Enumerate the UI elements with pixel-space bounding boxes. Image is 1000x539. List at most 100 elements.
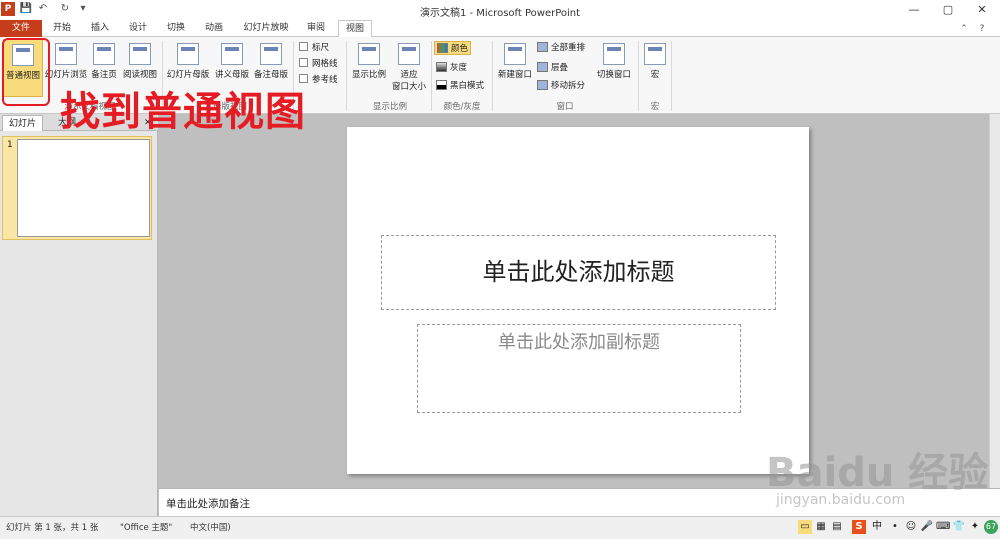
- baidu-watermark: Baidu 经验 jingyan.baidu.com: [766, 440, 996, 516]
- cascade-label: 层叠: [551, 63, 569, 73]
- move-split-button[interactable]: 移动拆分: [537, 79, 585, 93]
- minimize-button[interactable]: —: [904, 2, 924, 18]
- arrange-all-icon: [537, 42, 548, 52]
- slide-thumbnail-selected[interactable]: 1: [2, 136, 152, 240]
- checkbox-box: [299, 58, 308, 67]
- gridlines-label: 网格线: [312, 59, 338, 69]
- help-icon[interactable]: ?: [975, 22, 989, 36]
- tab-slides[interactable]: 幻灯片: [2, 115, 44, 131]
- tab-animations[interactable]: 动画: [198, 20, 230, 37]
- restore-button[interactable]: ▢: [938, 2, 958, 18]
- ime-chinese-indicator[interactable]: 中: [870, 520, 884, 534]
- skin-icon[interactable]: 👕: [952, 520, 966, 534]
- magnifier-icon: [358, 43, 380, 65]
- gridlines-checkbox[interactable]: 网格线: [299, 58, 338, 71]
- group-separator: [638, 41, 639, 111]
- fit-window-icon: [398, 43, 420, 65]
- cascade-button[interactable]: 层叠: [537, 61, 568, 75]
- watermark-url: jingyan.baidu.com: [776, 492, 906, 508]
- close-button[interactable]: ✕: [972, 2, 992, 18]
- reading-view-status-icon[interactable]: ▤: [830, 520, 844, 534]
- slide-canvas[interactable]: 单击此处添加标题 单击此处添加副标题: [347, 127, 809, 474]
- annotation-callout: 找到普通视图: [60, 89, 306, 135]
- guides-label: 参考线: [312, 75, 338, 85]
- fit-window-label-line1: 适应: [400, 70, 418, 80]
- macros-group-label: 宏: [650, 102, 660, 112]
- tools-icon[interactable]: ✦: [968, 520, 982, 534]
- notes-page-label: 备注页: [91, 70, 117, 80]
- grayscale-swatch-icon: [436, 62, 447, 72]
- fit-window-label-line2: 窗口大小: [391, 82, 426, 92]
- slide-master-icon: [177, 43, 199, 65]
- ruler-checkbox[interactable]: 标尺: [299, 42, 329, 55]
- tab-design[interactable]: 设计: [122, 20, 154, 37]
- guides-checkbox[interactable]: 参考线: [299, 74, 338, 87]
- language-status[interactable]: 中文(中国): [190, 521, 231, 533]
- tab-slideshow[interactable]: 幻灯片放映: [238, 20, 294, 37]
- powerpoint-window: P 💾 ↶ ↻ ▾ 演示文稿1 - Microsoft PowerPoint —…: [0, 0, 1000, 539]
- move-split-label: 移动拆分: [551, 81, 586, 91]
- grayscale-label: 灰度: [450, 63, 468, 73]
- zoom-group-label: 显示比例: [372, 102, 407, 112]
- macros-icon: [644, 43, 666, 65]
- zoom-button[interactable]: 显示比例: [350, 43, 388, 97]
- title-placeholder[interactable]: 单击此处添加标题: [381, 235, 776, 310]
- slide-editing-area: 单击此处添加标题 单击此处添加副标题: [159, 114, 1000, 488]
- bw-label: 黑白模式: [450, 81, 485, 91]
- tab-view[interactable]: 视图: [338, 20, 372, 38]
- slides-panel: 幻灯片 大纲 ✕ 1: [0, 114, 158, 518]
- highlight-box-normal-view: [2, 38, 50, 106]
- vertical-scrollbar[interactable]: [989, 114, 1000, 488]
- switch-windows-button[interactable]: 切换窗口: [594, 43, 634, 99]
- checkbox-box: [299, 42, 308, 51]
- tab-insert[interactable]: 插入: [84, 20, 116, 37]
- fit-to-window-button[interactable]: 适应 窗口大小: [389, 43, 429, 101]
- group-separator: [492, 41, 493, 111]
- slide-thumbnail[interactable]: [17, 139, 150, 237]
- macros-label: 宏: [650, 70, 660, 80]
- notes-master-label: 备注母版: [253, 70, 288, 80]
- tab-review[interactable]: 审阅: [300, 20, 332, 37]
- new-window-icon: [504, 43, 526, 65]
- color-button[interactable]: 颜色: [434, 41, 472, 55]
- tab-file[interactable]: 文件: [0, 20, 42, 37]
- slide-sorter-status-icon[interactable]: ▦: [814, 520, 828, 534]
- color-swatch-icon: [437, 43, 448, 53]
- ribbon-tabs: 文件 开始 插入 设计 切换 动画 幻灯片放映 审阅 视图 ⌃ ?: [0, 20, 1000, 38]
- collapse-ribbon-icon[interactable]: ⌃: [957, 22, 971, 36]
- sogou-ime-icon[interactable]: S: [852, 520, 866, 534]
- macros-button[interactable]: 宏: [642, 43, 668, 97]
- slide-master-label: 幻灯片母版: [166, 70, 210, 80]
- subtitle-placeholder[interactable]: 单击此处添加副标题: [417, 324, 741, 413]
- theme-status[interactable]: "Office 主题": [120, 521, 172, 533]
- group-separator: [346, 41, 347, 111]
- microphone-icon[interactable]: 🎤: [920, 520, 934, 534]
- title-bar: P 💾 ↶ ↻ ▾ 演示文稿1 - Microsoft PowerPoint —…: [0, 0, 1000, 20]
- reading-view-icon: [129, 43, 151, 65]
- notes-placeholder: 单击此处添加备注: [166, 498, 250, 510]
- tab-transitions[interactable]: 切换: [160, 20, 192, 37]
- new-window-button[interactable]: 新建窗口: [495, 43, 535, 97]
- zoom-badge[interactable]: 67: [984, 520, 998, 534]
- handout-master-label: 讲义母版: [214, 70, 249, 80]
- tab-home[interactable]: 开始: [46, 20, 78, 37]
- grayscale-button[interactable]: 灰度: [436, 61, 467, 75]
- punctuation-icon[interactable]: •: [888, 520, 902, 534]
- notes-page-icon: [93, 43, 115, 65]
- slide-sorter-icon: [55, 43, 77, 65]
- keyboard-icon[interactable]: ⌨: [936, 520, 950, 534]
- new-window-label: 新建窗口: [497, 70, 532, 80]
- emoji-icon[interactable]: ☺: [904, 520, 918, 534]
- bw-swatch-icon: [436, 80, 447, 90]
- normal-view-status-icon[interactable]: ▭: [798, 520, 812, 534]
- notes-master-icon: [260, 43, 282, 65]
- slide-number: 1: [7, 140, 13, 150]
- group-separator: [671, 41, 672, 111]
- black-white-button[interactable]: 黑白模式: [436, 79, 484, 93]
- arrange-all-button[interactable]: 全部重排: [537, 41, 585, 55]
- zoom-label: 显示比例: [351, 70, 386, 80]
- window-group-label: 窗口: [556, 102, 574, 112]
- slide-sorter-label: 幻灯片浏览: [44, 70, 88, 80]
- watermark-brand: Baidu 经验: [766, 450, 989, 496]
- color-group-label: 颜色/灰度: [443, 102, 481, 112]
